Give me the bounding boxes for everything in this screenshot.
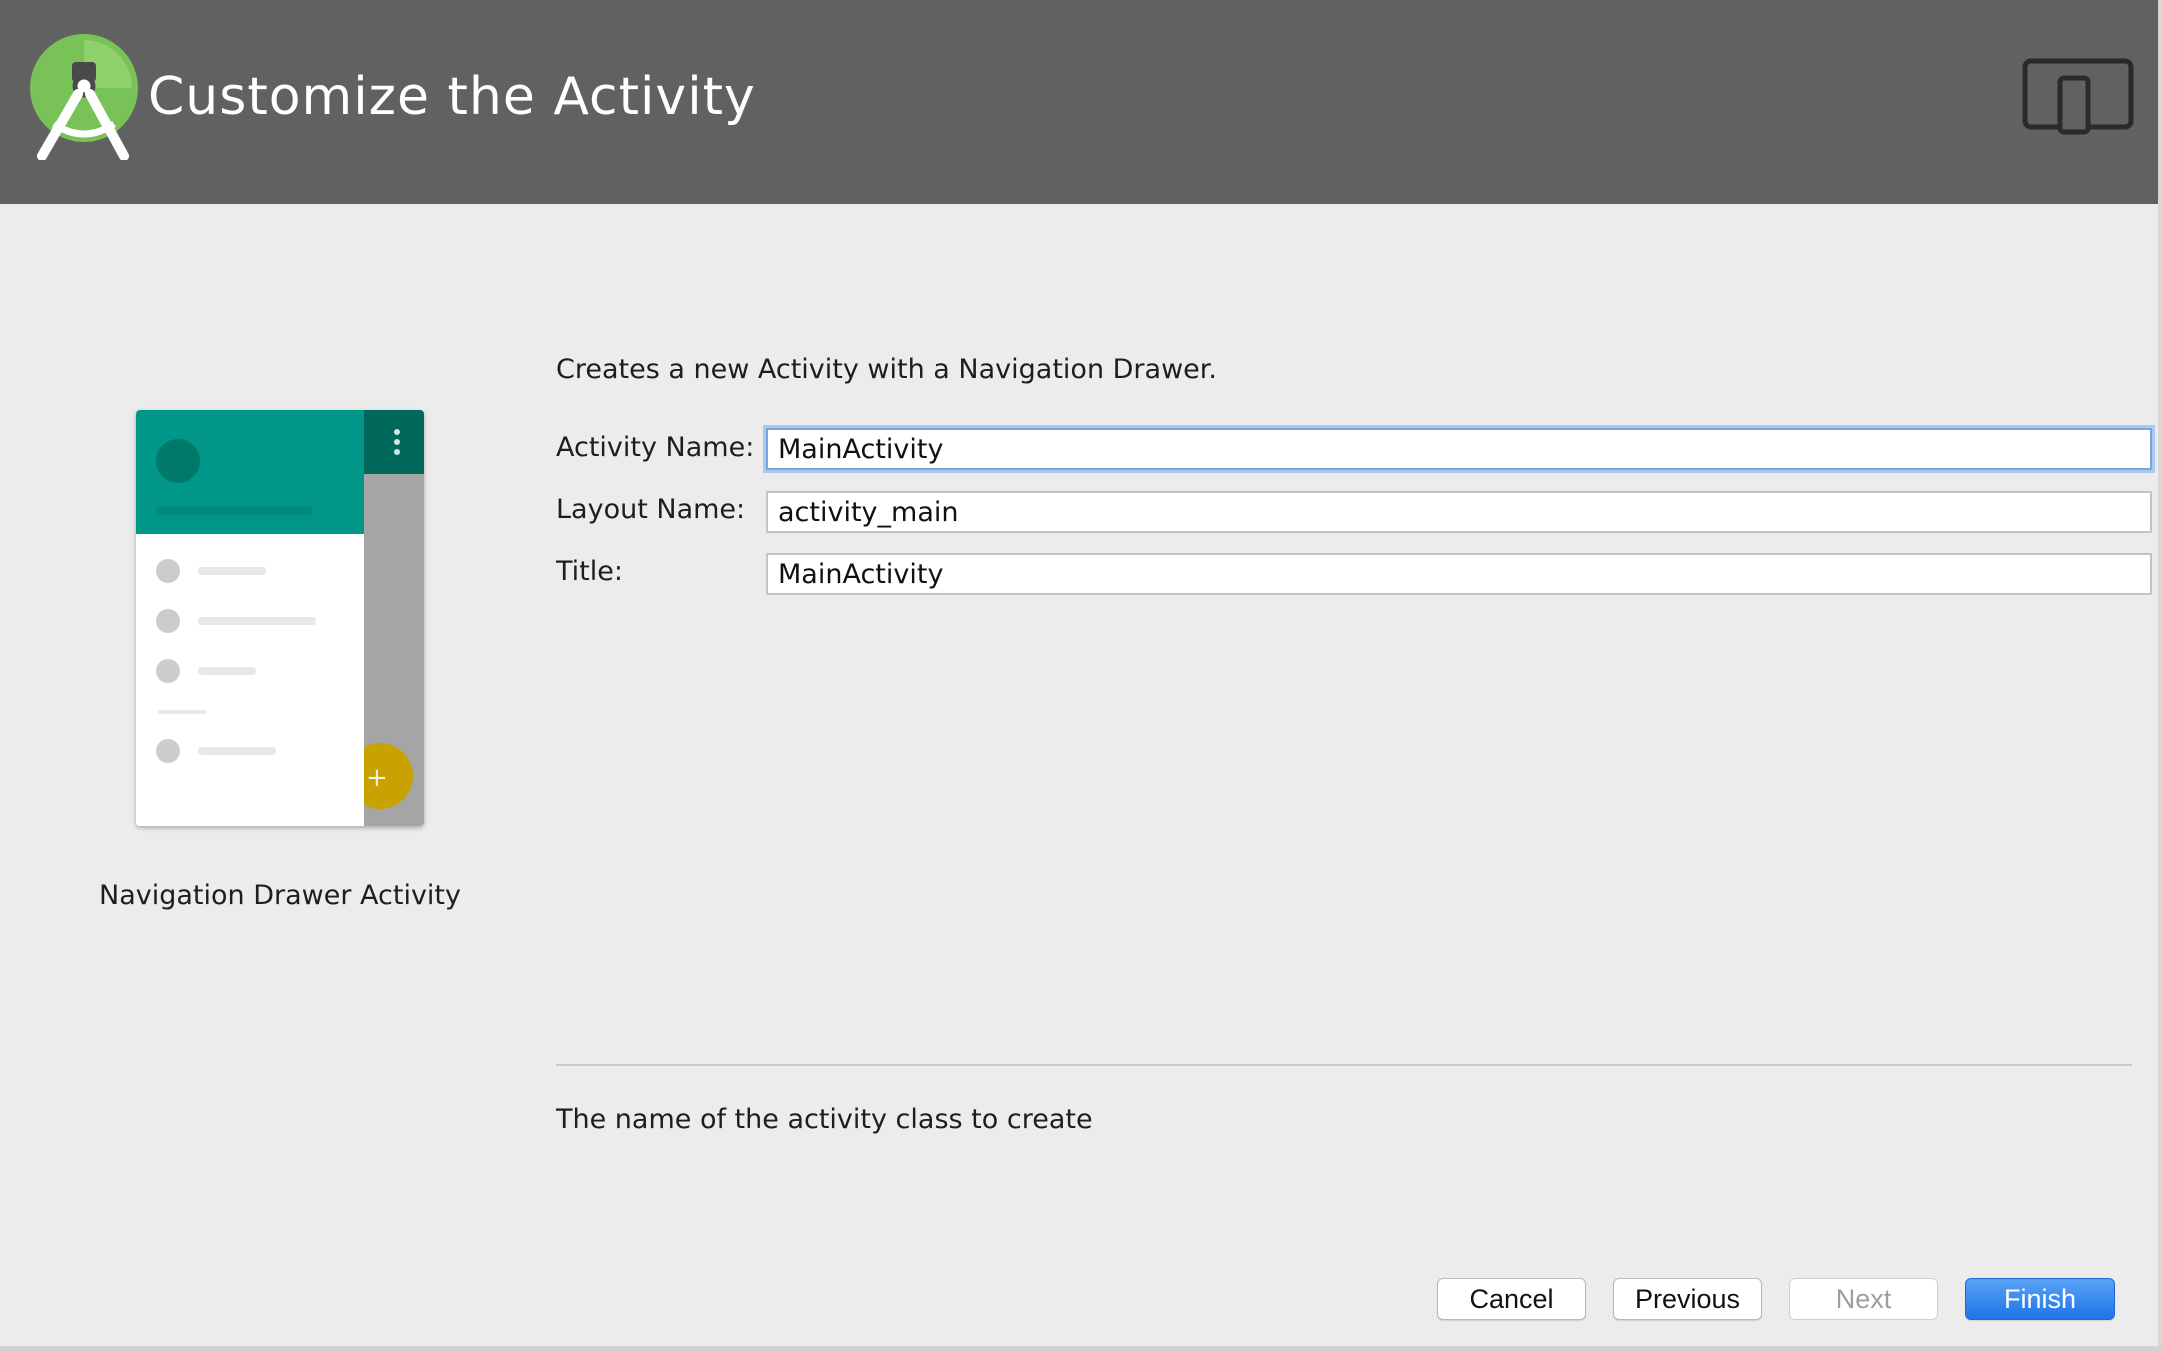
tablet-phone-icon [2022,58,2134,135]
finish-button[interactable]: Finish [1965,1278,2115,1320]
window-bottom-edge [0,1346,2162,1352]
window-edge [2158,0,2162,1352]
navigation-drawer-preview-image: + [136,410,424,826]
title-input[interactable] [766,553,2152,595]
layout-name-input[interactable] [766,491,2152,533]
activity-name-input[interactable] [766,428,2152,470]
svg-text:+: + [366,763,388,793]
field-help-text: The name of the activity class to create [556,1104,1093,1135]
layout-name-label: Layout Name: [556,494,746,525]
android-studio-logo-icon [30,34,138,160]
wizard-title: Customize the Activity [148,67,756,127]
previous-button[interactable]: Previous [1613,1278,1762,1320]
next-button[interactable]: Next [1789,1278,1938,1320]
template-description: Creates a new Activity with a Navigation… [556,354,1217,385]
help-divider [556,1064,2132,1066]
wizard-header: Customize the Activity [0,0,2162,204]
template-preview[interactable]: + [136,410,424,826]
title-label: Title: [556,556,623,587]
template-caption: Navigation Drawer Activity [99,880,461,911]
cancel-button[interactable]: Cancel [1437,1278,1586,1320]
activity-name-label: Activity Name: [556,432,755,463]
